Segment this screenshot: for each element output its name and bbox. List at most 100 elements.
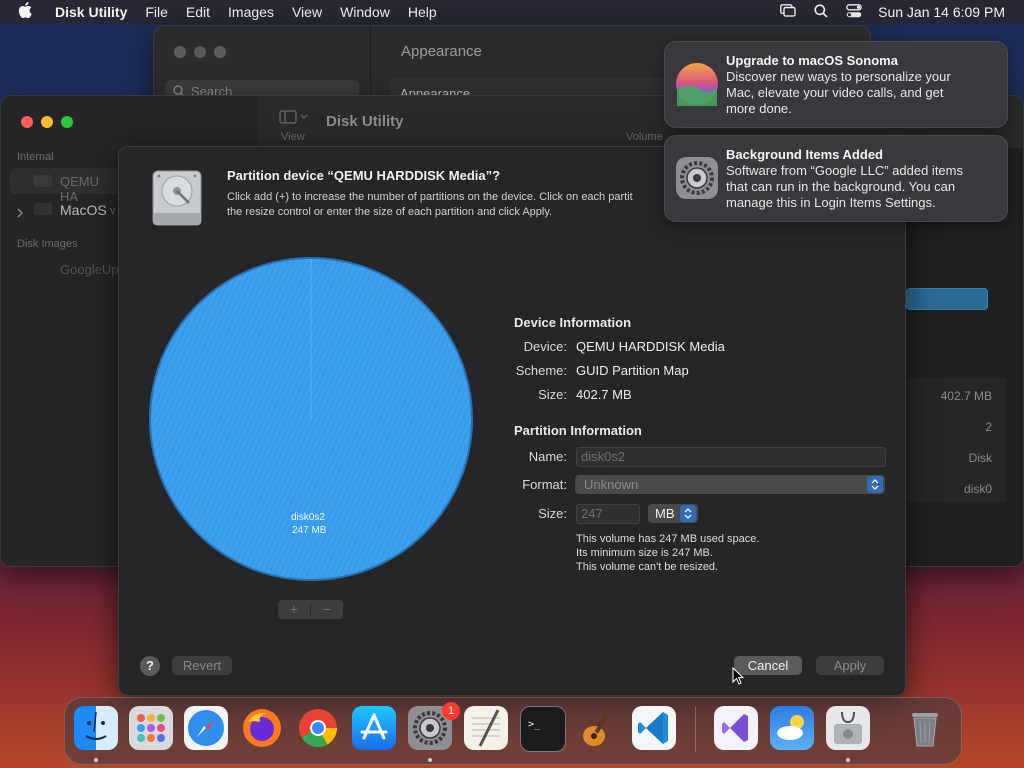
- add-remove-control: + −: [278, 600, 343, 619]
- partition-name-field[interactable]: disk0s2: [576, 447, 886, 467]
- info-value-children: 2: [985, 420, 992, 434]
- finder-icon[interactable]: [74, 706, 118, 750]
- info-value-capacity: 402.7 MB: [940, 389, 992, 403]
- notification-sonoma-body-1: Discover new ways to personalize your: [726, 69, 951, 84]
- macos-sonoma-icon: [675, 62, 719, 111]
- pie-label-size: 247 MB: [292, 525, 327, 536]
- disclosure-chevron-icon[interactable]: [16, 205, 24, 223]
- capacity-bar: [906, 288, 988, 310]
- notification-background-title: Background Items Added: [726, 147, 883, 162]
- remove-partition-button[interactable]: −: [311, 600, 343, 619]
- revert-button[interactable]: Revert: [172, 656, 232, 675]
- pie-label-name: disk0s2: [291, 512, 325, 523]
- partition-sheet: Partition device “QEMU HARDDISK Media”? …: [118, 146, 906, 696]
- scheme-label: Scheme:: [515, 363, 567, 378]
- drive-icon: [34, 175, 52, 187]
- device-label: Device:: [523, 339, 567, 354]
- menu-clock[interactable]: Sun Jan 14 6:09 PM: [878, 4, 1005, 20]
- sheet-description-line-2: the resize control or enter the size of …: [227, 206, 553, 218]
- notification-background-items[interactable]: Background Items Added Software from “Go…: [664, 135, 1008, 222]
- device-info-header: Device Information: [514, 315, 632, 330]
- weather-icon[interactable]: [770, 706, 814, 750]
- svg-text:>_: >_: [528, 719, 541, 730]
- partition-format-select[interactable]: Unknown: [575, 475, 885, 494]
- sidebar-section-internal: Internal: [17, 151, 54, 163]
- sidebar-item-qemu-label: QEMU HA: [60, 174, 99, 204]
- settings-minimize-button[interactable]: [194, 46, 206, 58]
- app-store-icon[interactable]: [352, 706, 396, 750]
- screen-mirroring-icon[interactable]: [780, 4, 796, 20]
- sidebar-item-macos-suffix: v: [110, 205, 116, 217]
- notification-background-body-3: manage this in Login Items Settings.: [726, 195, 936, 210]
- settings-zoom-button[interactable]: [214, 46, 226, 58]
- menu-bar: Disk Utility File Edit Images View Windo…: [0, 0, 1024, 24]
- dock: 1 >_: [64, 697, 962, 765]
- notification-sonoma[interactable]: Upgrade to macOS Sonoma Discover new way…: [664, 41, 1008, 128]
- info-table: 402.7 MB 2 Disk disk0: [906, 378, 1006, 502]
- launchpad-icon[interactable]: [129, 706, 173, 750]
- notification-background-body-1: Software from “Google LLC” added items: [726, 163, 963, 178]
- sidebar-section-images: Disk Images: [17, 238, 78, 250]
- menu-app-name[interactable]: Disk Utility: [46, 4, 136, 20]
- disk-utility-icon[interactable]: [826, 706, 870, 750]
- apply-button[interactable]: Apply: [816, 656, 884, 675]
- zoom-button[interactable]: [61, 116, 73, 128]
- settings-running-dot: [428, 758, 432, 762]
- sidebar-item-qemu[interactable]: QEMU HA: [10, 168, 120, 204]
- settings-notification-badge: 1: [442, 702, 460, 720]
- sheet-title: Partition device “QEMU HARDDISK Media”?: [227, 168, 501, 183]
- trash-icon[interactable]: [903, 706, 947, 750]
- disk-utility-traffic-lights: [21, 116, 73, 128]
- info-value-device: disk0: [963, 482, 992, 496]
- size-unit-value: MB: [655, 506, 675, 521]
- menu-help[interactable]: Help: [399, 4, 446, 20]
- size-note-2: Its minimum size is 247 MB.: [576, 547, 713, 559]
- notification-background-body-2: that can run in the background. You can: [726, 179, 956, 194]
- add-partition-button[interactable]: +: [278, 600, 310, 619]
- partition-format-label: Format:: [522, 477, 567, 492]
- mouse-cursor-icon: [732, 666, 745, 690]
- settings-traffic-lights: [174, 46, 226, 58]
- partition-size-label: Size:: [538, 506, 567, 521]
- settings-close-button[interactable]: [174, 46, 186, 58]
- dock-separator: [695, 706, 696, 752]
- sidebar-item-google[interactable]: GoogleUp: [60, 262, 119, 277]
- menu-images[interactable]: Images: [219, 4, 283, 20]
- vscode-icon[interactable]: [632, 706, 676, 750]
- spotlight-search-icon[interactable]: [814, 3, 828, 21]
- size-note-3: This volume can't be resized.: [576, 561, 719, 573]
- close-button[interactable]: [21, 116, 33, 128]
- help-button[interactable]: ?: [140, 656, 160, 676]
- size-unit-select[interactable]: MB: [648, 504, 698, 523]
- partition-format-value: Unknown: [584, 477, 639, 492]
- macos-drive-icon: [34, 203, 52, 215]
- visual-studio-icon[interactable]: [714, 706, 758, 750]
- status-area: Sun Jan 14 6:09 PM: [780, 0, 1024, 24]
- sidebar-item-macos[interactable]: MacOS: [60, 202, 107, 218]
- device-value: QEMU HARDDISK Media: [576, 339, 725, 354]
- partition-name-label: Name:: [528, 449, 567, 464]
- menu-window[interactable]: Window: [331, 4, 399, 20]
- safari-icon[interactable]: [184, 706, 228, 750]
- volume-label: Volume: [626, 131, 663, 143]
- settings-sidebar-divider: [370, 26, 371, 106]
- sidebar-view-icon[interactable]: [279, 110, 309, 129]
- hard-disk-icon: [149, 169, 205, 232]
- textedit-icon[interactable]: [464, 706, 508, 750]
- device-size-value: 402.7 MB: [576, 387, 632, 402]
- notification-sonoma-title: Upgrade to macOS Sonoma: [726, 53, 898, 68]
- partition-size-field[interactable]: 247: [576, 504, 640, 524]
- gear-icon: [675, 156, 719, 205]
- chrome-icon[interactable]: [296, 706, 340, 750]
- menu-edit[interactable]: Edit: [177, 4, 219, 20]
- cancel-button[interactable]: Cancel: [734, 656, 802, 675]
- apple-menu-icon[interactable]: [0, 2, 46, 22]
- menu-file[interactable]: File: [136, 4, 177, 20]
- terminal-icon[interactable]: >_: [520, 706, 566, 752]
- garageband-icon[interactable]: [576, 706, 620, 750]
- minimize-button[interactable]: [41, 116, 53, 128]
- menu-view[interactable]: View: [283, 4, 331, 20]
- firefox-icon[interactable]: [240, 706, 284, 750]
- control-center-icon[interactable]: [846, 3, 862, 21]
- format-select-arrows-icon: [867, 476, 883, 493]
